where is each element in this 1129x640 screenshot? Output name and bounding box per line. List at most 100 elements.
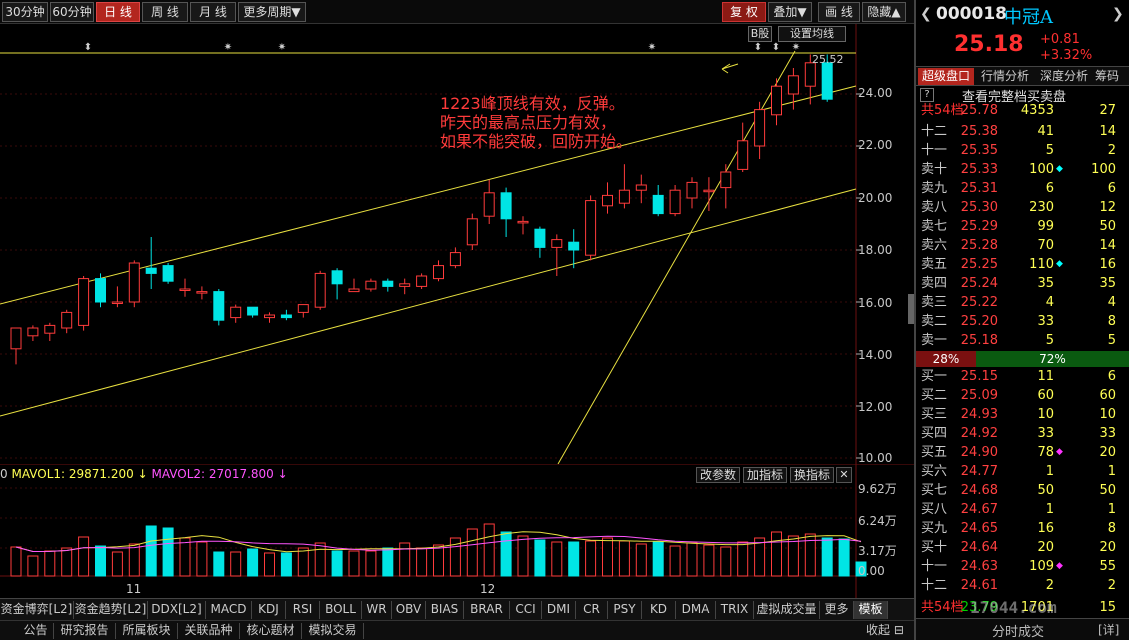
row-volume: 70 (1037, 238, 1054, 253)
edit-params-button[interactable]: 改参数 (696, 467, 740, 483)
order-book-row[interactable]: 十一 24.63 109 ◆ 55 (916, 557, 1129, 576)
candle-body (331, 270, 343, 285)
indicator-tab[interactable]: CCI (510, 601, 542, 619)
chevron-right-icon[interactable]: ❯ (1112, 6, 1124, 22)
set-ma-dropdown[interactable]: 设置均线 (778, 26, 846, 42)
order-book-row[interactable]: 共54档 25.78 4353 27 (916, 101, 1129, 120)
status-link[interactable]: 模拟交易 (302, 623, 364, 639)
restore-rights-button[interactable]: 复 权 (722, 2, 766, 22)
row-detail-volume: 20 (1099, 445, 1116, 460)
order-book-row[interactable]: 买二 25.09 60 60 (916, 386, 1129, 405)
period-month-button[interactable]: 月 线 (190, 2, 236, 22)
panel-tabs: 超级盘口 行情分析 深度分析 筹码分 (916, 66, 1129, 86)
indicator-tab[interactable]: RSI (286, 601, 320, 619)
candlestick-chart[interactable]: ⬍ ✷ ✷ ✷ ⬍ ⬍ ✷ B股 设置均线 25.52 1223峰顶线有效，反弹。 昨天的最… (0, 24, 914, 465)
indicator-tab[interactable]: 资金趋势[L2] (74, 601, 148, 619)
indicator-tab[interactable]: PSY (608, 601, 642, 619)
indicator-tab[interactable]: 模板 (854, 601, 888, 619)
current-price: 25.18 (954, 32, 1024, 57)
indicator-tab[interactable]: 资金博弈[L2] (0, 601, 74, 619)
indicator-tab[interactable]: TRIX (716, 601, 754, 619)
indicator-tab[interactable]: BIAS (426, 601, 464, 619)
row-detail-volume: 1 (1107, 464, 1116, 479)
period-day-button[interactable]: 日 线 (96, 2, 140, 22)
order-book-row[interactable]: 卖一 25.18 5 5 (916, 331, 1129, 350)
indicator-tab[interactable]: DDX[L2] (148, 601, 206, 619)
status-link[interactable]: 核心题材 (240, 623, 302, 639)
row-detail-volume: 60 (1099, 388, 1116, 403)
chevron-left-icon[interactable]: ❮ (920, 6, 932, 22)
tab-chips[interactable]: 筹码分 (1095, 68, 1129, 85)
row-volume: 1 (1045, 464, 1054, 479)
order-book-row[interactable]: 卖十 25.33 100 ◆ 100 (916, 160, 1129, 179)
indicator-tab[interactable]: MACD (206, 601, 252, 619)
period-30min-button[interactable]: 30分钟 (2, 2, 48, 22)
order-book-row[interactable]: 十一 25.35 5 2 (916, 141, 1129, 160)
row-label: 卖六 (921, 238, 948, 253)
y-tick-label: 12.00 (858, 400, 893, 414)
indicator-tab[interactable]: WR (362, 601, 392, 619)
add-indicator-button[interactable]: 加指标 (743, 467, 787, 483)
order-book-row[interactable]: 买一 25.15 11 6 (916, 367, 1129, 386)
order-book-row[interactable]: 买十 24.64 20 20 (916, 538, 1129, 557)
hide-button[interactable]: 隐藏▲ (862, 2, 906, 22)
order-book-row[interactable]: 十二 25.38 41 14 (916, 122, 1129, 141)
period-60min-button[interactable]: 60分钟 (50, 2, 94, 22)
indicator-tab[interactable]: DMA (676, 601, 716, 619)
row-volume: 16 (1037, 521, 1054, 536)
order-book-row[interactable]: 买六 24.77 1 1 (916, 462, 1129, 481)
order-book-row[interactable]: 买九 24.65 16 8 (916, 519, 1129, 538)
period-week-button[interactable]: 周 线 (142, 2, 188, 22)
row-price: 24.63 (960, 559, 998, 574)
indicator-tab[interactable]: BRAR (464, 601, 510, 619)
order-book-row[interactable]: 卖七 25.29 99 50 (916, 217, 1129, 236)
indicator-tab[interactable]: KDJ (252, 601, 286, 619)
status-link[interactable]: 研究报告 (54, 623, 116, 639)
order-book-row[interactable]: 买三 24.93 10 10 (916, 405, 1129, 424)
order-book-row[interactable]: 卖三 25.22 4 4 (916, 293, 1129, 312)
row-volume: 35 (1037, 276, 1054, 291)
order-book-row[interactable]: 卖六 25.28 70 14 (916, 236, 1129, 255)
indicator-tab[interactable]: KD (642, 601, 676, 619)
indicator-tab[interactable]: 更多 (820, 601, 854, 619)
time-sales-tab[interactable]: 分时成交 (992, 621, 1044, 640)
big-order-icon: ◆ (1056, 259, 1063, 269)
indicator-tab[interactable]: CR (576, 601, 608, 619)
status-link[interactable]: 关联品种 (178, 623, 240, 639)
tab-super-order[interactable]: 超级盘口 (918, 68, 974, 85)
more-periods-dropdown[interactable]: 更多周期▼ (238, 2, 306, 22)
indicator-tab[interactable]: 虚拟成交量 (754, 601, 820, 619)
close-icon[interactable]: ✕ (836, 467, 852, 483)
order-book-row[interactable]: 买四 24.92 33 33 (916, 424, 1129, 443)
volume-bar (771, 531, 782, 577)
indicator-tab[interactable]: OBV (392, 601, 426, 619)
b-share-button[interactable]: B股 (748, 26, 772, 42)
row-detail-volume: 2 (1107, 143, 1116, 158)
order-book-row[interactable]: 买五 24.90 78 ◆ 20 (916, 443, 1129, 462)
detail-button[interactable]: [详] (1098, 621, 1119, 638)
indicator-tab[interactable]: DMI (542, 601, 576, 619)
overlay-dropdown[interactable]: 叠加▼ (768, 2, 812, 22)
switch-indicator-button[interactable]: 换指标 (790, 467, 834, 483)
volume-bar (264, 552, 275, 577)
status-link[interactable]: 公告 (18, 623, 54, 639)
order-book-row[interactable]: 卖四 25.24 35 35 (916, 274, 1129, 293)
draw-line-button[interactable]: 画 线 (818, 2, 860, 22)
candle-body (787, 75, 799, 95)
help-icon[interactable]: ? (920, 88, 934, 102)
status-link[interactable]: 所属板块 (116, 623, 178, 639)
order-book-row[interactable]: 卖八 25.30 230 12 (916, 198, 1129, 217)
order-book-row[interactable]: 卖二 25.20 33 8 (916, 312, 1129, 331)
volume-panel[interactable]: 0 MAVOL1: 29871.200 ↓ MAVOL2: 27017.800 … (0, 464, 914, 598)
order-book-row[interactable]: 十二 24.61 2 2 (916, 576, 1129, 595)
order-book-row[interactable]: 买八 24.67 1 1 (916, 500, 1129, 519)
tab-depth-analysis[interactable]: 深度分析 (1036, 68, 1092, 85)
volume-bar (517, 535, 529, 577)
tab-market-analysis[interactable]: 行情分析 (977, 68, 1033, 85)
collapse-button[interactable]: 收起 ⊟ (866, 623, 904, 639)
order-book-row[interactable]: 卖九 25.31 6 6 (916, 179, 1129, 198)
volume-bar (466, 528, 478, 577)
order-book-row[interactable]: 买七 24.68 50 50 (916, 481, 1129, 500)
order-book-row[interactable]: 卖五 25.25 110 ◆ 16 (916, 255, 1129, 274)
indicator-tab[interactable]: BOLL (320, 601, 362, 619)
